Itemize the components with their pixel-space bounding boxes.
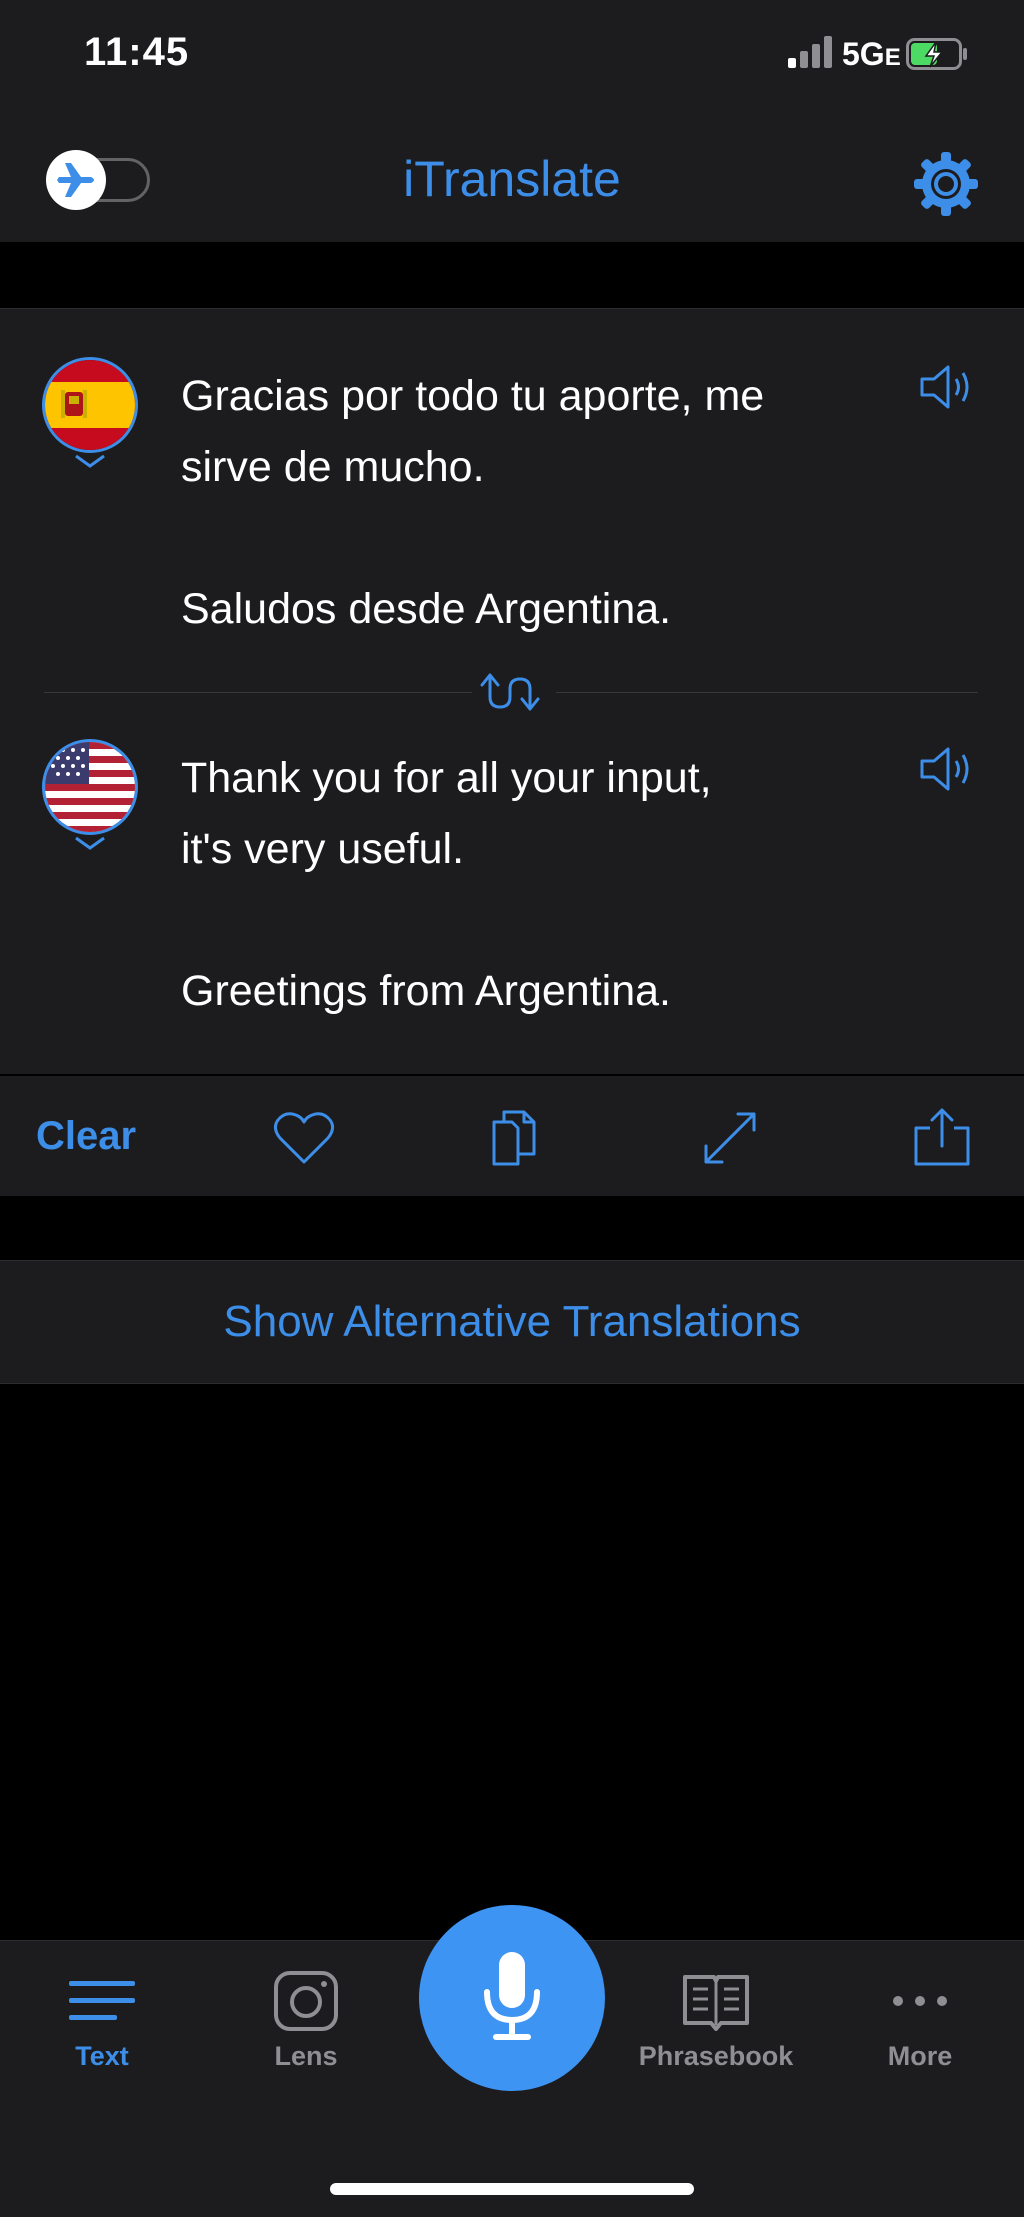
network-suffix: E: [884, 44, 901, 71]
status-time: 11:45: [84, 30, 190, 74]
book-icon: [683, 1975, 749, 2031]
tab-label: Lens: [274, 2041, 338, 2071]
empty-content-area: [0, 1384, 1024, 1940]
network-label: 5G: [842, 36, 885, 72]
source-language-selector[interactable]: [42, 357, 138, 468]
usa-flag-icon: [42, 739, 138, 835]
camera-icon: [274, 1971, 338, 2031]
tab-label: Text: [75, 2041, 129, 2071]
network-type: 5GE: [842, 36, 901, 73]
app-title: iTranslate: [403, 151, 621, 207]
speaker-icon[interactable]: [918, 359, 978, 415]
tab-phrasebook[interactable]: Phrasebook: [626, 1971, 806, 2081]
show-alternative-translations-button[interactable]: Show Alternative Translations: [0, 1297, 1024, 1347]
status-bar: 11:45 5GE: [0, 0, 1024, 110]
swap-languages-icon[interactable]: [472, 667, 556, 717]
tab-label: Phrasebook: [638, 2041, 794, 2071]
action-bar: Clear: [0, 1075, 1024, 1196]
clear-button[interactable]: Clear: [36, 1114, 136, 1159]
text-lines-icon: [69, 1981, 135, 2020]
chevron-down-icon: [75, 836, 105, 850]
home-indicator[interactable]: [330, 2183, 694, 2195]
tab-lens[interactable]: Lens: [216, 1971, 396, 2081]
source-text[interactable]: Gracias por todo tu aporte, me sirve de …: [181, 361, 881, 645]
app-header: iTranslate: [0, 110, 1024, 242]
heart-icon[interactable]: [272, 1108, 336, 1168]
chevron-down-icon: [75, 454, 105, 468]
target-language-selector[interactable]: [42, 739, 138, 850]
microphone-button[interactable]: [419, 1905, 605, 2091]
spain-flag-icon: [42, 357, 138, 453]
translated-text[interactable]: Thank you for all your input, it's very …: [181, 743, 881, 1027]
speaker-icon[interactable]: [918, 741, 978, 797]
gear-icon[interactable]: [914, 152, 978, 216]
tab-more[interactable]: More: [830, 1971, 1010, 2081]
tab-bar: Text Lens Phrasebook More: [0, 1905, 1024, 2217]
alternative-translations-bar: Show Alternative Translations: [0, 1260, 1024, 1384]
microphone-icon: [484, 1952, 540, 2040]
tab-text[interactable]: Text: [12, 1971, 192, 2081]
signal-strength-icon: [788, 36, 832, 68]
tab-label: More: [887, 2041, 953, 2071]
battery-charging-icon: [906, 38, 967, 70]
translation-card: Gracias por todo tu aporte, me sirve de …: [0, 308, 1024, 1074]
ellipsis-icon: [893, 1996, 947, 2006]
spacer: [0, 242, 1024, 308]
expand-icon[interactable]: [698, 1108, 762, 1168]
copy-icon[interactable]: [486, 1108, 550, 1168]
share-icon[interactable]: [910, 1108, 974, 1168]
spacer: [0, 1196, 1024, 1260]
